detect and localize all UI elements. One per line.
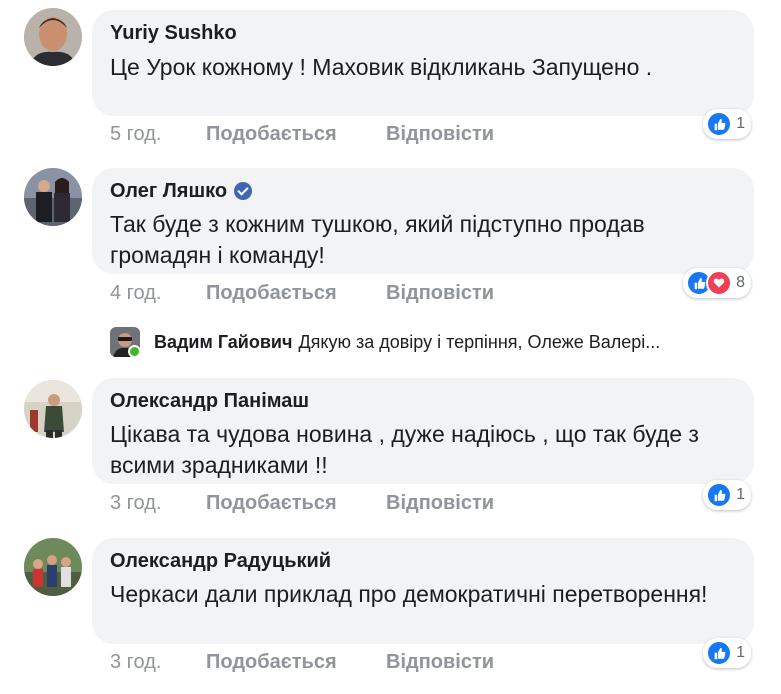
reply-button[interactable]: Відповісти [386,651,494,674]
comment-timestamp[interactable]: 5 год. [110,123,206,146]
comment-actions: 5 год. Подобається Відповісти [110,123,494,146]
comment-author[interactable]: Олександр Радуцький [110,548,736,574]
reaction-count: 1 [736,486,745,503]
reactions-badge[interactable]: 1 [703,109,751,139]
reply-preview[interactable]: Вадим Гайович Дякую за довіру і терпіння… [110,324,770,360]
avatar[interactable] [24,380,82,438]
comment-text: Це Урок кожному ! Маховик відкликань Зап… [110,54,653,80]
avatar[interactable] [24,8,82,66]
like-icon [706,640,733,666]
reaction-count: 8 [736,274,745,291]
like-icon [706,482,733,508]
reply-text: Дякую за довіру і терпіння, Олеже Валері… [298,331,661,352]
like-button[interactable]: Подобається [206,282,386,305]
like-icon [706,111,733,137]
comment-author[interactable]: Олександр Панімаш [110,388,736,414]
reply-avatar[interactable] [110,327,140,357]
reactions-badge[interactable]: 8 [683,268,751,298]
reply-button[interactable]: Відповісти [386,492,494,515]
like-button[interactable]: Подобається [206,492,386,515]
online-status-icon [128,345,140,357]
reply-button[interactable]: Відповісти [386,123,494,146]
comment-text: Цікава та чудова новина , дуже надіюсь ,… [110,421,699,478]
reaction-count: 1 [736,644,745,661]
comment-author-row: Олег Ляшко [110,178,736,204]
comment-text: Черкаси дали приклад про демократичні пе… [110,581,708,607]
comment-actions: 4 год. Подобається Відповісти [110,282,494,305]
comment-timestamp[interactable]: 4 год. [110,282,206,305]
comment-timestamp[interactable]: 3 год. [110,651,206,674]
comment-author[interactable]: Олег Ляшко [110,178,227,204]
reply-button[interactable]: Відповісти [386,282,494,305]
avatar[interactable] [24,538,82,596]
comment-bubble: Олександр Панімаш Цікава та чудова новин… [92,378,754,484]
like-button[interactable]: Подобається [206,123,386,146]
like-button[interactable]: Подобається [206,651,386,674]
comment-bubble: Олег Ляшко Так буде з кожним тушкою, яки… [92,168,754,274]
reactions-badge[interactable]: 1 [703,638,751,668]
comment-bubble: Олександр Радуцький Черкаси дали приклад… [92,538,754,644]
comment-text: Так буде з кожним тушкою, який підступно… [110,211,645,268]
comment-timestamp[interactable]: 3 год. [110,492,206,515]
reaction-count: 1 [736,115,745,132]
comment-bubble: Yuriy Sushko Це Урок кожному ! Маховик в… [92,10,754,116]
verified-badge-icon [234,182,253,200]
love-icon [706,270,733,296]
comment-actions: 3 год. Подобається Відповісти [110,651,494,674]
reply-author[interactable]: Вадим Гайович [154,332,292,353]
avatar[interactable] [24,168,82,226]
comment-author[interactable]: Yuriy Sushko [110,20,736,46]
comment-actions: 3 год. Подобається Відповісти [110,492,494,515]
reactions-badge[interactable]: 1 [703,480,751,510]
